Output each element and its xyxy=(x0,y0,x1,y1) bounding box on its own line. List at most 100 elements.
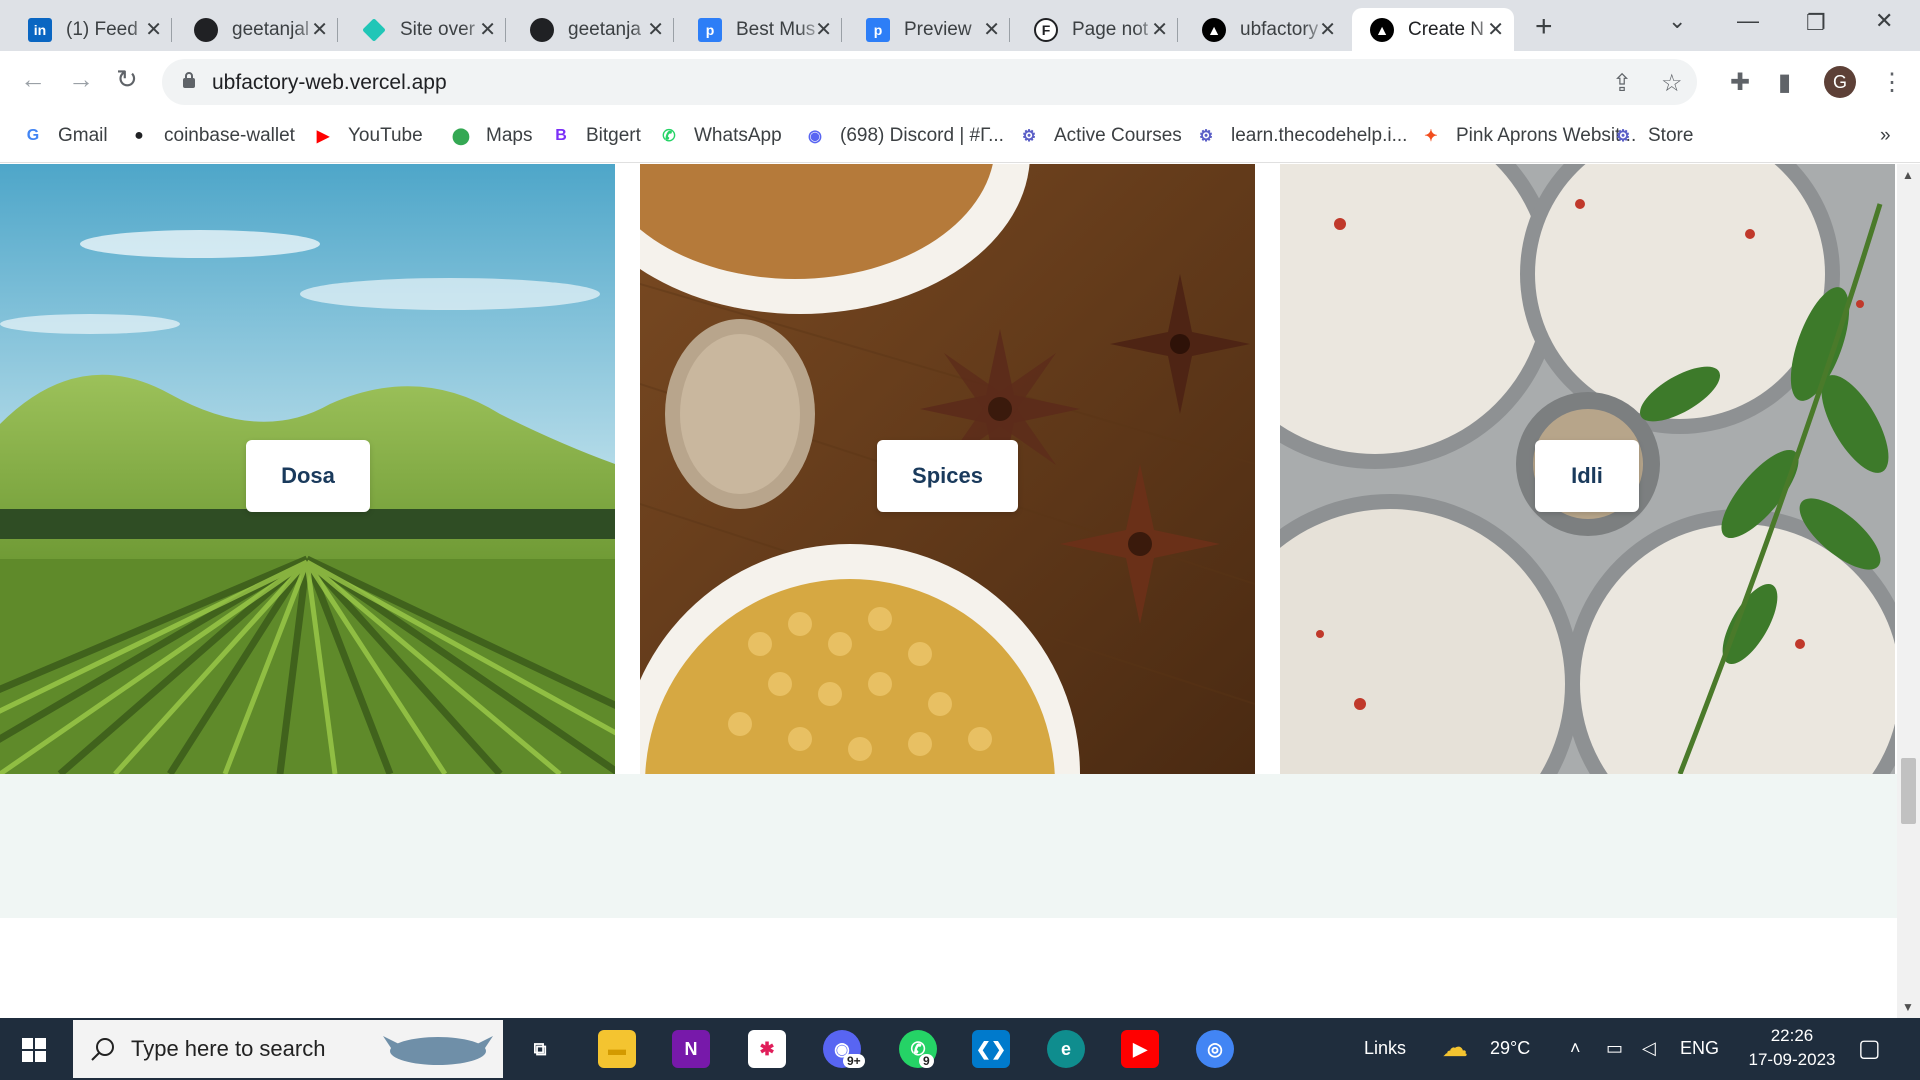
url-text: ubfactory-web.vercel.app xyxy=(212,71,447,94)
clock-date: 17-09-2023 xyxy=(1748,1050,1836,1069)
tab-separator xyxy=(1177,18,1178,42)
windows-start-icon[interactable] xyxy=(22,1038,46,1062)
address-bar[interactable]: ubfactory-web.vercel.app ⇪ ☆ xyxy=(162,59,1697,105)
tab-9[interactable]: ▲ Create N ✕ xyxy=(1352,8,1514,51)
bookmark-1[interactable]: G Gmail xyxy=(22,125,108,147)
scroll-thumb[interactable] xyxy=(1901,758,1916,824)
tab-7[interactable]: F Page not ✕ xyxy=(1016,8,1178,51)
vscode-icon[interactable]: ❮❯ xyxy=(972,1030,1010,1068)
tab-search-icon[interactable]: ⌄ xyxy=(1668,8,1686,34)
task-view-icon[interactable]: ⧉ xyxy=(521,1030,559,1068)
close-window-button[interactable]: ✕ xyxy=(1875,8,1893,34)
category-card-idli[interactable]: Idli xyxy=(1280,164,1895,774)
windows-taskbar: Type here to search ⧉ ▬ N ✱ ◉ 9+ ✆ 9 ❮❯ e ▶ ◎ Links… xyxy=(0,1018,1920,1080)
tab-separator xyxy=(337,18,338,42)
category-card-dosa[interactable]: Dosa xyxy=(0,164,615,774)
notification-badge: 9 xyxy=(919,1054,934,1068)
tab-4[interactable]: geetanja ✕ xyxy=(512,8,674,51)
clock[interactable]: 22:26 17-09-2023 xyxy=(1737,1026,1847,1070)
bookmark-label: coinbase-wallet xyxy=(164,125,295,146)
category-card-spices[interactable]: Spices xyxy=(640,164,1255,774)
bookmark-8[interactable]: ⚙ Active Courses xyxy=(1018,125,1182,147)
chrome-icon[interactable]: ◎ xyxy=(1196,1030,1234,1068)
restore-button[interactable]: ❐ xyxy=(1806,10,1826,36)
bookmark-11[interactable]: ⚙ Store xyxy=(1612,125,1694,147)
youtube-icon[interactable]: ▶ xyxy=(1121,1030,1159,1068)
bookmark-5[interactable]: B Bitgert xyxy=(550,125,641,147)
notification-badge: 9+ xyxy=(843,1054,865,1068)
forward-button[interactable]: → xyxy=(68,64,94,95)
volume-icon[interactable]: ◁ xyxy=(1642,1038,1656,1059)
bookmark-label: Store xyxy=(1648,125,1694,146)
bookmark-label: Pink Aprons Websit... xyxy=(1456,125,1637,146)
tab-title: Page not xyxy=(1072,18,1149,40)
card-label-dosa[interactable]: Dosa xyxy=(246,440,370,512)
file-explorer-icon[interactable]: ▬ xyxy=(598,1030,636,1068)
tab-3[interactable]: Site over ✕ xyxy=(344,8,506,51)
vercel-icon: ▲ xyxy=(1370,17,1394,42)
side-panel-icon[interactable]: ▮ xyxy=(1778,68,1791,97)
back-button[interactable]: ← xyxy=(20,64,46,95)
close-tab-icon[interactable]: ✕ xyxy=(1151,17,1168,42)
bookmark-3[interactable]: ▶ YouTube xyxy=(312,125,423,147)
tab-title: Create N xyxy=(1408,18,1485,40)
maps-icon: ⬤ xyxy=(452,128,470,145)
slack-icon[interactable]: ✱ xyxy=(748,1030,786,1068)
bookmark-7[interactable]: ◉ (698) Discord | #Г... xyxy=(804,125,1004,147)
menu-icon[interactable]: ⋮ xyxy=(1880,68,1904,97)
more-bookmarks-icon[interactable]: » xyxy=(1880,125,1891,147)
page-scrollbar[interactable]: ▲ ▼ xyxy=(1897,164,1920,1018)
whatsapp-icon: ✆ xyxy=(662,128,676,145)
show-hidden-icons-icon[interactable]: ˄ xyxy=(1570,1038,1581,1059)
language-indicator[interactable]: ENG xyxy=(1680,1038,1719,1059)
taskbar-search-box[interactable]: Type here to search xyxy=(73,1020,503,1078)
profile-avatar[interactable]: G xyxy=(1824,66,1856,98)
temperature-text[interactable]: 29°C xyxy=(1490,1038,1530,1059)
bookmark-9[interactable]: ⚙ learn.thecodehelp.i... xyxy=(1195,125,1408,147)
battery-icon[interactable]: ▭ xyxy=(1606,1038,1623,1059)
onenote-icon[interactable]: N xyxy=(672,1030,710,1068)
bookmark-6[interactable]: ✆ WhatsApp xyxy=(658,125,782,147)
close-tab-icon[interactable]: ✕ xyxy=(1487,17,1504,42)
tab-6[interactable]: p Preview ✕ xyxy=(848,8,1010,51)
new-tab-button[interactable]: + xyxy=(1535,10,1553,44)
card-label-spices[interactable]: Spices xyxy=(877,440,1018,512)
discord-icon: ◉ xyxy=(808,128,822,145)
search-highlight-icon xyxy=(383,1036,493,1065)
card-label-idli[interactable]: Idli xyxy=(1535,440,1639,512)
bitgert-icon: B xyxy=(555,127,567,144)
close-tab-icon[interactable]: ✕ xyxy=(815,17,832,42)
tab-separator xyxy=(505,18,506,42)
bookmark-2[interactable]: ● coinbase-wallet xyxy=(128,125,295,147)
links-toolbar[interactable]: Links xyxy=(1364,1038,1406,1059)
weather-icon[interactable]: ☁ xyxy=(1442,1032,1468,1063)
bookmark-10[interactable]: ✦ Pink Aprons Websit... xyxy=(1420,125,1636,147)
close-tab-icon[interactable]: ✕ xyxy=(479,17,496,42)
bookmark-label: WhatsApp xyxy=(694,125,782,146)
close-tab-icon[interactable]: ✕ xyxy=(647,17,664,42)
close-tab-icon[interactable]: ✕ xyxy=(983,17,1000,42)
close-tab-icon[interactable]: ✕ xyxy=(1319,17,1336,42)
scroll-down-icon[interactable]: ▼ xyxy=(1902,1000,1914,1014)
tab-5[interactable]: p Best Mus ✕ xyxy=(680,8,842,51)
bookmark-label: Active Courses xyxy=(1054,125,1182,146)
bookmark-4[interactable]: ⬤ Maps xyxy=(450,125,532,147)
extensions-icon[interactable]: ✚ xyxy=(1730,68,1750,97)
edge-icon[interactable]: e xyxy=(1047,1030,1085,1068)
notifications-icon[interactable]: ▢ xyxy=(1858,1034,1881,1063)
close-tab-icon[interactable]: ✕ xyxy=(145,17,162,42)
codehelp-icon: ⚙ xyxy=(1615,128,1631,145)
tab-2[interactable]: geetanjal ✕ xyxy=(176,8,338,51)
bookmark-label: YouTube xyxy=(348,125,423,146)
share-icon[interactable]: ⇪ xyxy=(1612,69,1632,98)
bookmark-star-icon[interactable]: ☆ xyxy=(1661,69,1683,98)
minimize-button[interactable]: — xyxy=(1737,8,1759,34)
reload-button[interactable]: ↻ xyxy=(116,64,138,95)
tab-8[interactable]: ▲ ubfactory ✕ xyxy=(1184,8,1346,51)
scroll-up-icon[interactable]: ▲ xyxy=(1902,168,1914,182)
tab-title: geetanjal xyxy=(232,18,310,40)
footer-band xyxy=(0,774,1897,918)
tab-1[interactable]: in (1) Feed ✕ xyxy=(10,8,172,51)
close-tab-icon[interactable]: ✕ xyxy=(311,17,328,42)
bookmark-label: Maps xyxy=(486,125,533,146)
